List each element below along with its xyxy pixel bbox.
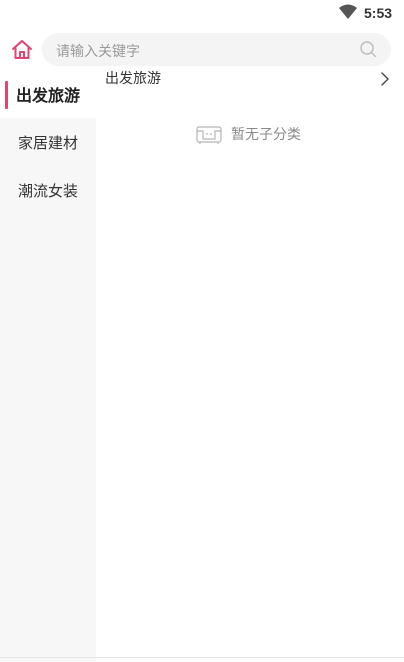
home-icon[interactable] xyxy=(10,38,34,62)
sidebar-item-label: 家居建材 xyxy=(17,133,78,152)
header: 请输入关键字 xyxy=(0,30,404,70)
search-input[interactable]: 请输入关键字 xyxy=(42,33,391,66)
search-icon[interactable] xyxy=(359,40,377,58)
sidebar-item-label: 出发旅游 xyxy=(15,86,80,105)
empty-state: 暂无子分类 xyxy=(195,122,301,146)
empty-box-icon xyxy=(196,126,222,144)
category-sidebar: 出发旅游 家居建材 潮流女装 xyxy=(0,70,96,662)
status-time: 5:53 xyxy=(364,5,393,21)
sidebar-item-womens-fashion[interactable]: 潮流女装 xyxy=(0,166,96,214)
sidebar-item-label: 潮流女装 xyxy=(17,181,78,200)
category-title: 出发旅游 xyxy=(105,71,161,87)
search-placeholder: 请输入关键字 xyxy=(56,44,140,60)
category-content: 出发旅游 暂无子分类 xyxy=(96,70,404,662)
category-page: 5:53 请输入关键字 出发旅游 家居建材 潮流女装 出发旅游 暂无子分类 xyxy=(0,0,404,662)
chevron-right-icon[interactable] xyxy=(380,71,390,87)
bottom-divider xyxy=(0,657,404,658)
status-bar: 5:53 xyxy=(0,0,404,26)
wifi-icon xyxy=(339,4,357,19)
sidebar-item-travel[interactable]: 出发旅游 xyxy=(0,70,96,118)
sidebar-item-home-building[interactable]: 家居建材 xyxy=(0,118,96,166)
empty-state-text: 暂无子分类 xyxy=(231,127,301,143)
